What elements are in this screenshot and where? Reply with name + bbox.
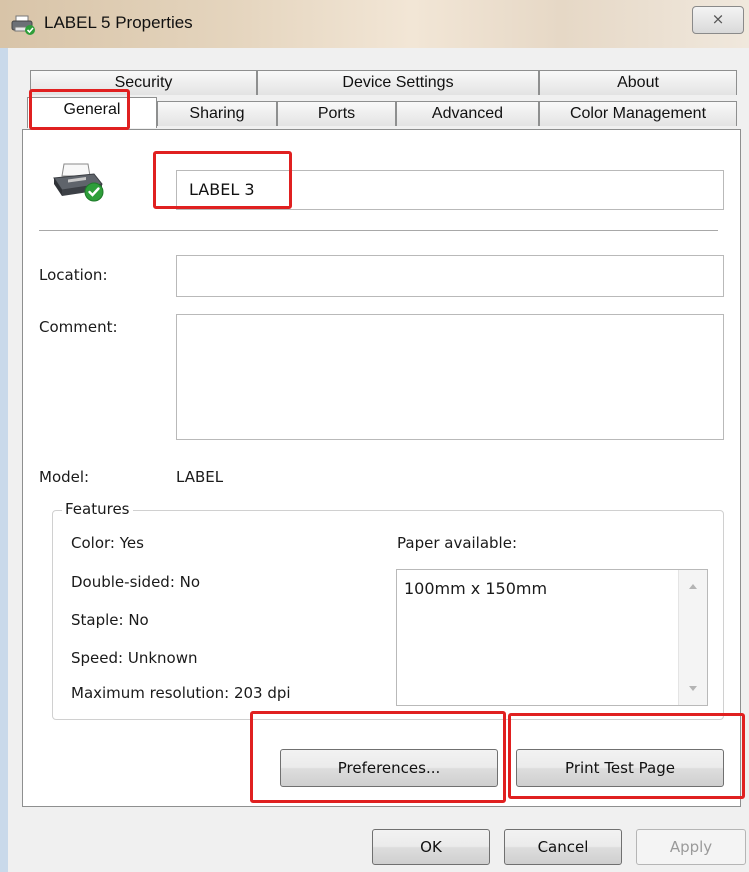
annotation-general-tab (29, 89, 130, 130)
close-button[interactable]: ⨯ (692, 6, 744, 34)
general-tab-panel (22, 129, 741, 807)
cancel-button[interactable]: Cancel (504, 829, 622, 865)
annotation-print-test-page (508, 713, 745, 799)
tab-label: About (617, 74, 659, 91)
tab-color-management[interactable]: Color Management (539, 101, 737, 126)
tab-label: Advanced (431, 105, 504, 122)
window-title: LABEL 5 Properties (44, 13, 193, 32)
close-icon: ⨯ (711, 10, 725, 28)
tab-about[interactable]: About (539, 70, 737, 95)
tab-advanced[interactable]: Advanced (396, 101, 539, 126)
tab-label: Sharing (189, 105, 245, 122)
title-bar[interactable]: LABEL 5 Properties ⨯ (0, 0, 749, 48)
apply-button[interactable]: Apply (636, 829, 746, 865)
annotation-printer-name (153, 151, 292, 209)
tab-label: Color Management (569, 105, 707, 122)
printer-icon (10, 14, 36, 36)
annotation-preferences (250, 711, 506, 803)
tab-label: Ports (317, 105, 356, 122)
ok-button[interactable]: OK (372, 829, 490, 865)
tab-sharing[interactable]: Sharing (157, 101, 277, 126)
tab-ports[interactable]: Ports (277, 101, 396, 126)
tab-label: Device Settings (342, 74, 454, 91)
tab-device-settings[interactable]: Device Settings (257, 70, 539, 95)
